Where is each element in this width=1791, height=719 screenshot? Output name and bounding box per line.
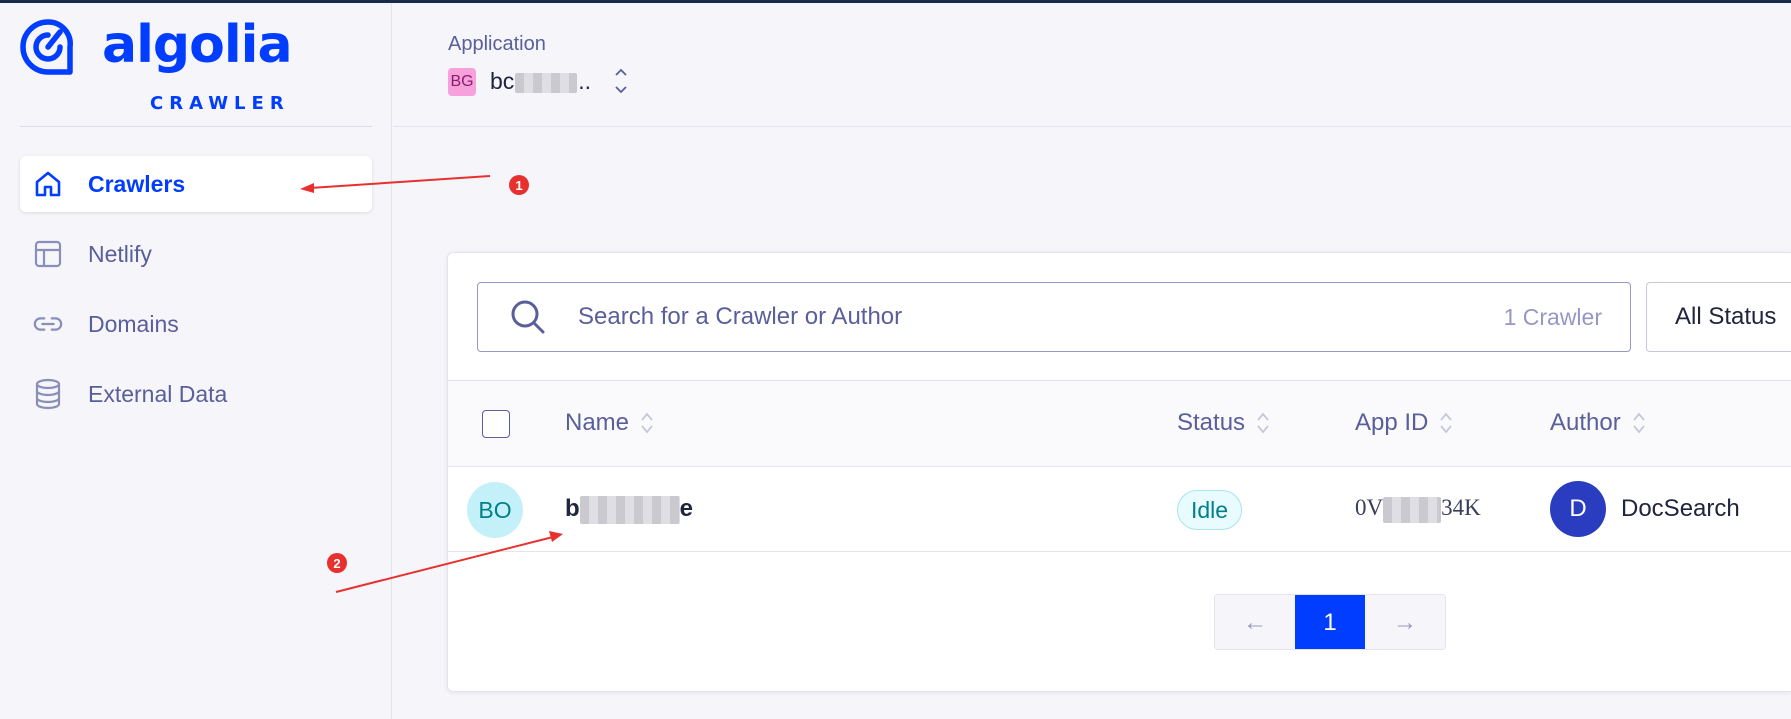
page-1-button[interactable]: 1 (1295, 595, 1365, 649)
sidebar-divider (20, 126, 372, 127)
sidebar: algolia CRAWLER Crawlers Netlify Domains (0, 3, 392, 719)
table-row[interactable]: BO be Idle 0V 34K D DocSearch (448, 467, 1791, 552)
app-name-suffix: .. (578, 68, 592, 94)
sidebar-item-crawlers[interactable]: Crawlers (20, 156, 372, 212)
application-selector[interactable]: BG bc.. (448, 65, 629, 98)
sidebar-item-netlify[interactable]: Netlify (20, 226, 372, 282)
redacted-text (1383, 496, 1442, 523)
sort-icon (641, 412, 653, 434)
annotation-label-1: 1 (515, 178, 522, 193)
sort-icon (1257, 412, 1269, 434)
crawlers-card: 1 Crawler All Status Name Status App ID … (447, 252, 1791, 692)
sidebar-item-label: Domains (88, 310, 179, 337)
sidebar-item-domains[interactable]: Domains (20, 296, 372, 352)
next-page-button[interactable]: → (1365, 595, 1445, 649)
search-box[interactable]: 1 Crawler (477, 282, 1631, 352)
redacted-text (515, 72, 578, 93)
crawler-avatar: BO (467, 482, 523, 538)
link-icon (32, 308, 64, 340)
sidebar-item-external-data[interactable]: External Data (20, 366, 372, 422)
home-icon (32, 168, 64, 200)
chevron-up-down-icon (613, 65, 629, 98)
application-caption: Application (448, 33, 546, 55)
algolia-crawler-logo[interactable]: algolia CRAWLER (20, 15, 293, 122)
app-header: Application BG bc.. (393, 3, 1791, 127)
author-name: DocSearch (1621, 495, 1740, 522)
prev-page-button[interactable]: ← (1215, 595, 1295, 649)
column-header-author[interactable]: Author (1550, 409, 1647, 437)
app-id-start: 0V (1355, 495, 1384, 520)
author-avatar: D (1550, 481, 1606, 537)
status-filter-select[interactable]: All Status (1646, 282, 1791, 352)
table-header: Name Status App ID Author (448, 380, 1791, 467)
redacted-text (579, 495, 680, 524)
column-label: Status (1177, 409, 1246, 436)
search-icon (511, 300, 545, 334)
column-label: Name (565, 409, 630, 436)
app-avatar: BG (448, 67, 476, 96)
sidebar-item-label: External Data (88, 380, 228, 407)
product-name: CRAWLER (150, 93, 290, 114)
sidebar-nav: Crawlers Netlify Domains External Data (20, 156, 372, 436)
app-id-end: 34K (1441, 495, 1481, 520)
app-name-visible: bc (490, 68, 515, 94)
brand-name: algolia (102, 15, 293, 75)
crawler-count: 1 Crawler (1503, 303, 1602, 330)
column-header-name[interactable]: Name (565, 409, 655, 437)
sidebar-item-label: Netlify (88, 240, 152, 267)
column-label: Author (1550, 409, 1621, 436)
database-icon (32, 378, 64, 410)
sort-icon (1633, 412, 1645, 434)
app-name: bc.. (490, 68, 591, 95)
algolia-logo-icon (20, 19, 73, 75)
pagination: ← 1 → (1214, 594, 1446, 650)
crawler-name-end: e (679, 495, 694, 522)
select-all-checkbox[interactable] (482, 410, 510, 438)
annotation-marker-1 (509, 175, 529, 195)
column-header-status[interactable]: Status (1177, 409, 1271, 437)
column-header-app-id[interactable]: App ID (1355, 409, 1454, 437)
sidebar-item-label: Crawlers (88, 170, 186, 197)
layout-icon (32, 238, 64, 270)
status-badge: Idle (1177, 490, 1243, 530)
column-label: App ID (1355, 409, 1429, 436)
sort-icon (1440, 412, 1453, 434)
crawler-name-start: b (565, 495, 580, 522)
app-id: 0V 34K (1355, 495, 1481, 523)
search-input[interactable] (578, 303, 1504, 331)
crawler-name-link[interactable]: be (565, 495, 693, 524)
